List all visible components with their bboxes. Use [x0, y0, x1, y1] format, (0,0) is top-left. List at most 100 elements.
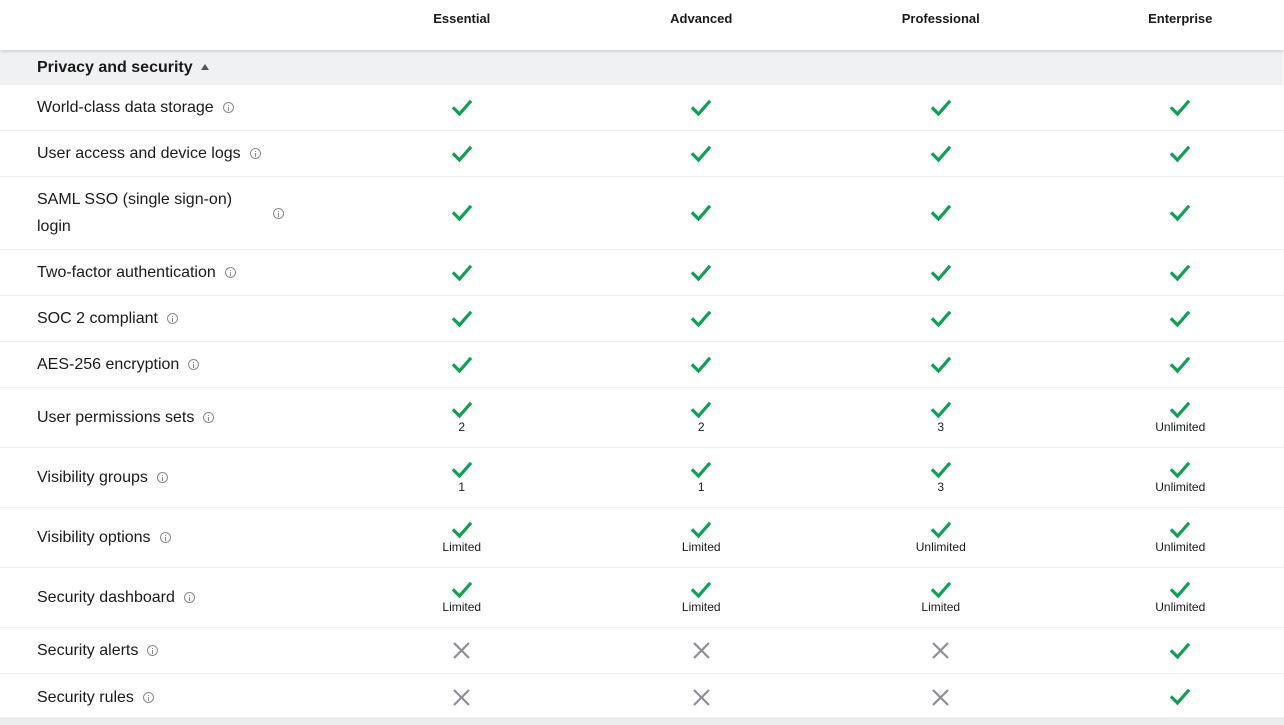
feature-label: Security alerts — [37, 642, 139, 659]
info-icon[interactable] — [203, 412, 215, 423]
plan-cell: 3 — [821, 401, 1061, 434]
info-icon[interactable] — [166, 313, 178, 324]
info-icon[interactable] — [147, 645, 159, 656]
cell-note: Limited — [442, 540, 482, 554]
check-icon — [451, 145, 472, 162]
feature-cell: World-class data storage — [0, 94, 342, 121]
check-icon — [691, 310, 712, 327]
section-toggle-privacy-security[interactable]: Privacy and security — [0, 50, 1283, 85]
plan-cell: Limited — [821, 581, 1061, 614]
check-icon — [1170, 461, 1191, 479]
plan-cell — [582, 264, 822, 282]
plan-cell — [582, 641, 822, 660]
feature-cell: User access and device logs — [0, 140, 342, 167]
plan-cell: Unlimited — [1061, 461, 1284, 494]
check-icon — [691, 356, 712, 373]
pricing-comparison-table: Essential Advanced Professional Enterpri… — [0, 0, 1284, 725]
table-row: SOC 2 compliant — [0, 296, 1284, 342]
feature-cell: SAML SSO (single sign-on) login — [0, 186, 342, 240]
feature-cell: Visibility groups — [0, 464, 342, 491]
plan-cell — [1061, 204, 1284, 222]
check-icon — [1170, 642, 1191, 659]
check-icon — [930, 99, 951, 116]
feature-label: User permissions sets — [37, 409, 195, 426]
plan-cell — [342, 356, 582, 374]
table-row: Security alerts — [0, 628, 1284, 674]
plan-cell — [821, 145, 1061, 163]
feature-label: Two-factor authentication — [37, 264, 216, 281]
check-icon — [1170, 356, 1191, 373]
section-title: Privacy and security — [37, 58, 193, 76]
plan-cell — [342, 264, 582, 282]
check-icon — [691, 264, 712, 281]
cross-icon — [932, 642, 950, 659]
info-icon[interactable] — [188, 359, 200, 370]
info-icon[interactable] — [224, 267, 236, 278]
feature-cell: Two-factor authentication — [0, 259, 342, 286]
plan-name-advanced: Advanced — [670, 11, 733, 26]
check-icon — [1170, 145, 1191, 162]
check-icon — [930, 521, 951, 539]
plan-cell — [342, 310, 582, 328]
table-row: Security rules — [0, 674, 1284, 720]
plan-name-enterprise: Enterprise — [1148, 11, 1213, 26]
plan-cell: 2 — [582, 401, 822, 434]
cell-note: 3 — [937, 420, 945, 434]
info-icon[interactable] — [142, 691, 154, 703]
check-icon — [451, 264, 472, 281]
plan-cell: Unlimited — [1061, 581, 1284, 614]
plans-header: Essential Advanced Professional Enterpri… — [0, 0, 1284, 50]
plan-cell — [1061, 145, 1284, 163]
info-icon[interactable] — [222, 102, 234, 113]
table-row: Visibility options Limited Limited Unlim… — [0, 508, 1284, 568]
feature-cell: Security dashboard — [0, 584, 342, 611]
cell-note: Unlimited — [1155, 420, 1206, 434]
check-icon — [930, 264, 951, 281]
feature-cell: AES-256 encryption — [0, 351, 342, 378]
check-icon — [691, 461, 712, 479]
check-icon — [1170, 521, 1191, 539]
cell-note: Limited — [681, 600, 721, 614]
check-icon — [451, 99, 472, 116]
plan-cell — [342, 145, 582, 163]
plan-cell — [821, 99, 1061, 117]
cell-note: Unlimited — [1155, 480, 1206, 494]
next-section-band — [0, 717, 1284, 725]
plan-cell — [342, 641, 582, 660]
plan-cell — [582, 356, 822, 374]
table-row: Two-factor authentication — [0, 250, 1284, 296]
info-icon[interactable] — [183, 592, 195, 603]
cell-note: Unlimited — [915, 540, 966, 554]
cell-note: 3 — [937, 480, 945, 494]
info-icon[interactable] — [159, 532, 171, 543]
check-icon — [691, 401, 712, 419]
cell-note: Unlimited — [1155, 540, 1206, 554]
plan-name-essential: Essential — [433, 11, 491, 26]
plan-cell — [821, 264, 1061, 282]
check-icon — [691, 521, 712, 539]
check-icon — [930, 204, 951, 222]
feature-cell: Security alerts — [0, 637, 342, 664]
check-icon — [1170, 688, 1191, 706]
check-icon — [691, 581, 712, 599]
table-row: World-class data storage — [0, 85, 1284, 131]
info-icon[interactable] — [156, 472, 168, 483]
check-icon — [451, 581, 472, 599]
info-icon[interactable] — [249, 148, 261, 159]
check-icon — [930, 461, 951, 479]
info-icon[interactable] — [273, 207, 284, 219]
check-icon — [691, 99, 712, 116]
check-icon — [930, 145, 951, 162]
cross-icon — [453, 642, 471, 659]
cell-note: Limited — [921, 600, 961, 614]
plan-cell: 3 — [821, 461, 1061, 494]
feature-label: SAML SSO (single sign-on) login — [37, 191, 233, 235]
check-icon — [1170, 581, 1191, 599]
cell-note: 2 — [458, 420, 466, 434]
feature-label: World-class data storage — [37, 99, 214, 116]
check-icon — [451, 204, 472, 222]
cross-icon — [692, 642, 710, 659]
plan-cell — [821, 688, 1061, 707]
table-row: SAML SSO (single sign-on) login — [0, 177, 1284, 250]
table-row: Visibility groups 1 1 3 Unlimited — [0, 448, 1284, 508]
